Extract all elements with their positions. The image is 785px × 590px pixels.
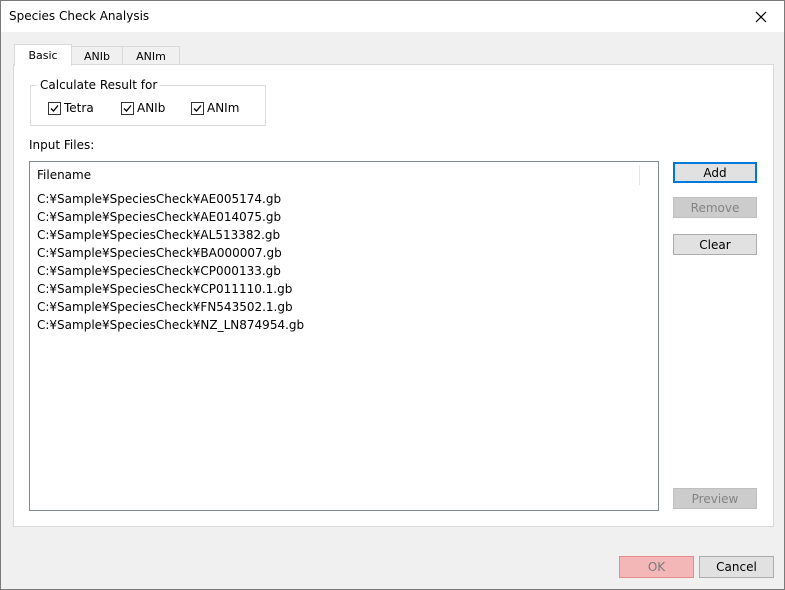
cancel-button[interactable]: Cancel (699, 556, 774, 578)
list-item[interactable]: C:¥Sample¥SpeciesCheck¥AE005174.gb (37, 190, 304, 208)
checkbox-anib-label: ANIb (137, 101, 166, 115)
list-item[interactable]: C:¥Sample¥SpeciesCheck¥CP000133.gb (37, 262, 304, 280)
file-rows: C:¥Sample¥SpeciesCheck¥AE005174.gb C:¥Sa… (37, 190, 304, 334)
dialog-window: Species Check Analysis Basic ANIb ANIm C… (0, 0, 785, 590)
tab-anim[interactable]: ANIm (122, 46, 180, 65)
list-item[interactable]: C:¥Sample¥SpeciesCheck¥BA000007.gb (37, 244, 304, 262)
tab-anim-label: ANIm (136, 49, 166, 63)
checkbox-anim[interactable]: ANIm (191, 101, 239, 115)
checkmark-icon (121, 101, 134, 115)
tab-panel-basic: Calculate Result for Tetra ANIb ANIm Inp… (13, 64, 774, 527)
list-header: Filename (30, 162, 658, 186)
clear-button-label: Clear (699, 237, 731, 252)
window-title: Species Check Analysis (9, 9, 150, 23)
remove-button[interactable]: Remove (673, 197, 757, 218)
checkbox-anib[interactable]: ANIb (121, 101, 165, 115)
preview-button-label: Preview (691, 491, 739, 506)
calculate-result-group: Calculate Result for Tetra ANIb ANIm (30, 78, 266, 126)
list-item[interactable]: C:¥Sample¥SpeciesCheck¥NZ_LN874954.gb (37, 316, 304, 334)
close-button[interactable] (738, 1, 784, 32)
checkbox-tetra[interactable]: Tetra (48, 101, 94, 115)
column-separator[interactable] (639, 165, 640, 185)
cancel-button-label: Cancel (716, 560, 757, 574)
ok-button-label: OK (647, 560, 666, 574)
add-button-label: Add (703, 165, 727, 180)
tab-basic-label: Basic (28, 49, 58, 62)
input-files-label: Input Files: (29, 138, 95, 152)
group-legend: Calculate Result for (37, 78, 161, 92)
column-header-filename[interactable]: Filename (37, 168, 91, 182)
add-button[interactable]: Add (673, 162, 757, 183)
list-item[interactable]: C:¥Sample¥SpeciesCheck¥CP011110.1.gb (37, 280, 304, 298)
checkmark-icon (48, 101, 61, 115)
checkbox-anim-label: ANIm (207, 101, 240, 115)
checkbox-tetra-label: Tetra (64, 101, 94, 115)
tab-anib-label: ANIb (84, 49, 110, 63)
checkmark-icon (191, 101, 204, 115)
tab-anib[interactable]: ANIb (70, 46, 124, 65)
tab-basic[interactable]: Basic (14, 44, 72, 66)
remove-button-label: Remove (690, 200, 740, 215)
preview-button[interactable]: Preview (673, 488, 757, 509)
list-item[interactable]: C:¥Sample¥SpeciesCheck¥FN543502.1.gb (37, 298, 304, 316)
input-files-list[interactable]: Filename C:¥Sample¥SpeciesCheck¥AE005174… (29, 161, 659, 511)
list-item[interactable]: C:¥Sample¥SpeciesCheck¥AL513382.gb (37, 226, 304, 244)
ok-button[interactable]: OK (619, 556, 694, 578)
title-bar: Species Check Analysis (1, 1, 784, 32)
list-item[interactable]: C:¥Sample¥SpeciesCheck¥AE014075.gb (37, 208, 304, 226)
close-icon (755, 11, 767, 22)
clear-button[interactable]: Clear (673, 234, 757, 255)
